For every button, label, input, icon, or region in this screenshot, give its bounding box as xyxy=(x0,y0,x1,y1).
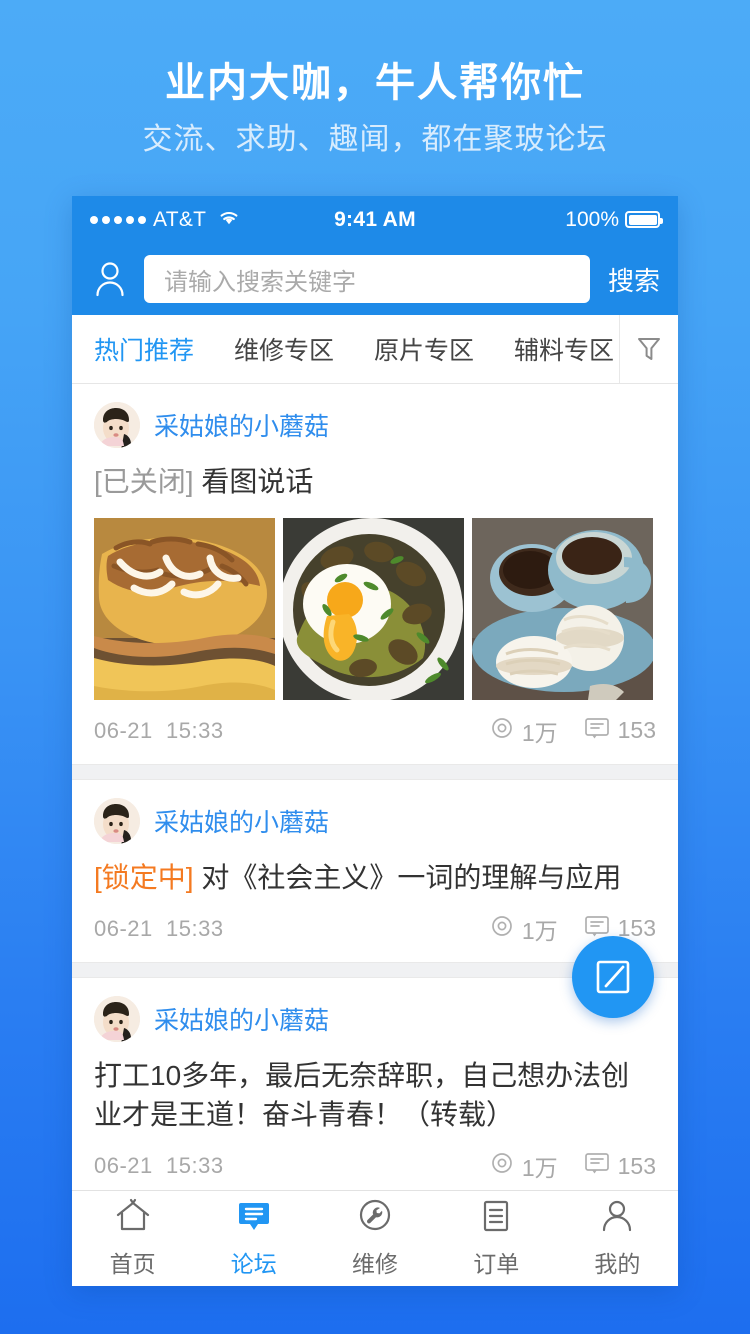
tab-repair[interactable]: 维修 xyxy=(314,1198,435,1279)
tab-orders-label: 订单 xyxy=(473,1245,519,1279)
order-list-icon xyxy=(477,1198,515,1239)
tab-repair-label: 维修 xyxy=(352,1245,398,1279)
comment-count-label: 153 xyxy=(618,717,656,744)
search-button[interactable]: 搜索 xyxy=(604,261,660,298)
tab-orders[interactable]: 订单 xyxy=(436,1198,557,1279)
post-thumbnail[interactable] xyxy=(472,518,653,700)
post-title[interactable]: [锁定中] 对《社会主义》一词的理解与应用 xyxy=(94,858,656,898)
category-tab-bar: 热门推荐 维修专区 原片专区 辅料专区 xyxy=(72,315,678,384)
tab-hot-recommend[interactable]: 热门推荐 xyxy=(94,331,194,367)
search-input-placeholder: 请输入搜索关键字 xyxy=(164,262,356,297)
filter-funnel-icon[interactable] xyxy=(619,315,678,383)
post-feed[interactable]: 采姑娘的小蘑菇 [已关闭] 看图说话 xyxy=(72,384,678,1286)
eye-views-icon xyxy=(490,1151,514,1181)
comment-count: 153 xyxy=(584,1151,656,1181)
wifi-icon xyxy=(217,208,241,232)
post-card[interactable]: 采姑娘的小蘑菇 [锁定中] 对《社会主义》一词的理解与应用 06-21 15:3… xyxy=(72,780,678,962)
status-badge: [已关闭] xyxy=(94,466,194,497)
post-title[interactable]: 打工10多年，最后无奈辞职，自己想办法创业才是王道！奋斗青春！（转载） xyxy=(94,1056,656,1136)
eye-views-icon xyxy=(490,716,514,746)
battery-percent-label: 100% xyxy=(565,208,619,232)
status-bar: AT&T 9:41 AM 100% xyxy=(72,196,678,243)
tab-repair-zone[interactable]: 维修专区 xyxy=(234,331,334,367)
post-timestamp: 06-21 15:33 xyxy=(94,916,224,942)
post-author-name[interactable]: 采姑娘的小蘑菇 xyxy=(154,407,329,443)
status-bar-left: AT&T xyxy=(90,208,334,232)
post-stats: 1万 153 xyxy=(490,714,656,748)
promo-header: 业内大咖，牛人帮你忙 交流、求助、趣闻，都在聚玻论坛 xyxy=(0,0,750,196)
post-thumbnail[interactable] xyxy=(283,518,464,700)
battery-full-icon xyxy=(625,211,660,228)
post-meta-row: 06-21 15:33 1万 153 xyxy=(94,912,656,962)
status-bar-right: 100% xyxy=(416,208,660,232)
phone-screen: AT&T 9:41 AM 100% 请输入搜索关键字 搜索 热门推荐 维修专区 … xyxy=(72,196,678,1286)
avatar xyxy=(94,798,140,844)
view-count: 1万 xyxy=(490,714,558,748)
compose-post-icon[interactable] xyxy=(572,936,654,1018)
post-title-text: 对《社会主义》一词的理解与应用 xyxy=(201,862,621,893)
card-separator xyxy=(72,764,678,780)
post-author-name[interactable]: 采姑娘的小蘑菇 xyxy=(154,803,329,839)
forum-bubble-icon xyxy=(235,1198,273,1239)
view-count-label: 1万 xyxy=(522,1149,558,1183)
post-timestamp: 06-21 15:33 xyxy=(94,1153,224,1179)
profile-person-icon xyxy=(598,1198,636,1239)
status-badge: [锁定中] xyxy=(94,862,194,893)
post-thumbnail[interactable] xyxy=(94,518,275,700)
post-meta-row: 06-21 15:33 1万 153 xyxy=(94,714,656,764)
wrench-repair-icon xyxy=(356,1198,394,1239)
post-author-row[interactable]: 采姑娘的小蘑菇 xyxy=(94,384,656,448)
comment-count-icon xyxy=(584,1151,610,1181)
search-bar: 请输入搜索关键字 搜索 xyxy=(72,243,678,315)
comment-count: 153 xyxy=(584,716,656,746)
post-timestamp: 06-21 15:33 xyxy=(94,718,224,744)
tab-original-zone[interactable]: 原片专区 xyxy=(374,331,474,367)
post-title-text: 看图说话 xyxy=(201,466,313,497)
tab-materials-zone[interactable]: 辅料专区 xyxy=(514,331,614,367)
promo-title: 业内大咖，牛人帮你忙 xyxy=(165,63,585,103)
post-author-name[interactable]: 采姑娘的小蘑菇 xyxy=(154,1001,329,1037)
bottom-tab-bar: 首页 论坛 维修 订单 我的 xyxy=(72,1190,678,1286)
post-image-gallery[interactable] xyxy=(94,518,656,700)
view-count-label: 1万 xyxy=(522,912,558,946)
home-icon xyxy=(114,1198,152,1239)
avatar xyxy=(94,996,140,1042)
promo-subtitle: 交流、求助、趣闻，都在聚玻论坛 xyxy=(143,125,608,155)
post-stats: 1万 153 xyxy=(490,1149,656,1183)
avatar xyxy=(94,402,140,448)
tab-profile-label: 我的 xyxy=(594,1245,640,1279)
view-count: 1万 xyxy=(490,912,558,946)
tab-profile[interactable]: 我的 xyxy=(557,1198,678,1279)
view-count-label: 1万 xyxy=(522,714,558,748)
tab-home[interactable]: 首页 xyxy=(72,1198,193,1279)
tab-forum[interactable]: 论坛 xyxy=(193,1198,314,1279)
post-title[interactable]: [已关闭] 看图说话 xyxy=(94,462,656,502)
post-card[interactable]: 采姑娘的小蘑菇 打工10多年，最后无奈辞职，自己想办法创业才是王道！奋斗青春！（… xyxy=(72,978,678,1200)
signal-dots-icon xyxy=(90,216,146,224)
tab-forum-label: 论坛 xyxy=(231,1245,277,1279)
person-icon[interactable] xyxy=(90,259,130,299)
post-author-row[interactable]: 采姑娘的小蘑菇 xyxy=(94,780,656,844)
tab-home-label: 首页 xyxy=(110,1245,156,1279)
comment-count-label: 153 xyxy=(618,1153,656,1180)
search-input[interactable]: 请输入搜索关键字 xyxy=(144,255,590,303)
post-author-row[interactable]: 采姑娘的小蘑菇 xyxy=(94,978,656,1042)
category-tabs-scroller[interactable]: 热门推荐 维修专区 原片专区 辅料专区 xyxy=(72,315,619,383)
eye-views-icon xyxy=(490,914,514,944)
post-card[interactable]: 采姑娘的小蘑菇 [已关闭] 看图说话 xyxy=(72,384,678,764)
view-count: 1万 xyxy=(490,1149,558,1183)
status-bar-clock: 9:41 AM xyxy=(334,208,416,232)
comment-count-icon xyxy=(584,716,610,746)
carrier-label: AT&T xyxy=(153,208,206,232)
